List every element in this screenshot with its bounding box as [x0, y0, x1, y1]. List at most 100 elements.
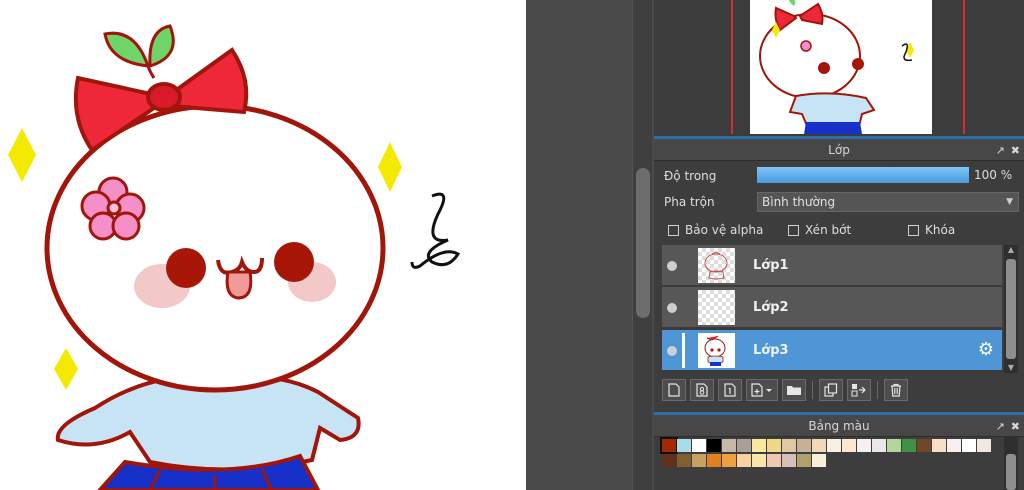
color-swatch[interactable] — [797, 439, 811, 452]
merge-icon — [851, 384, 866, 397]
new-8bit-layer-button[interactable] — [690, 379, 714, 401]
color-swatch[interactable] — [887, 439, 901, 452]
visibility-eye-icon[interactable] — [667, 303, 677, 313]
layer-thumbnail — [698, 248, 735, 283]
color-swatch[interactable] — [722, 439, 736, 452]
palette-scroll-thumb[interactable] — [1006, 454, 1016, 490]
opacity-value: 100 % — [974, 168, 1013, 182]
folder-icon — [787, 386, 801, 395]
chevron-down-icon: ▼ — [1006, 197, 1013, 207]
document-8-icon — [696, 383, 708, 397]
bow-knot — [146, 82, 182, 112]
color-swatch[interactable] — [677, 454, 691, 467]
eye-left — [166, 248, 206, 288]
merge-layer-button[interactable] — [847, 379, 871, 401]
color-swatch[interactable] — [812, 454, 826, 467]
color-swatch[interactable] — [737, 454, 751, 467]
color-swatch[interactable] — [767, 454, 781, 467]
new-1bit-layer-button[interactable] — [718, 379, 742, 401]
color-swatch[interactable] — [660, 437, 678, 454]
color-swatch[interactable] — [752, 454, 766, 467]
canvas-vertical-scrollbar[interactable] — [632, 0, 652, 490]
gear-icon[interactable]: ⚙ — [978, 341, 994, 359]
leaf-right — [148, 24, 175, 69]
layer-name: Lớp3 — [753, 343, 789, 358]
popout-icon[interactable]: ↗ — [996, 145, 1005, 156]
color-swatch[interactable] — [692, 439, 706, 452]
close-icon[interactable]: ✖ — [1011, 145, 1020, 156]
layer-row-1[interactable]: Lớp1 — [662, 245, 1002, 286]
artwork — [8, 24, 461, 490]
color-swatch[interactable] — [737, 439, 751, 452]
drawing-canvas[interactable] — [0, 0, 526, 490]
color-swatch[interactable] — [932, 439, 946, 452]
layer-thumbnail — [698, 290, 735, 325]
add-layer-dropdown-button[interactable] — [746, 379, 778, 401]
layer-name: Lớp2 — [753, 300, 789, 315]
color-swatch[interactable] — [857, 439, 871, 452]
protect-alpha-checkbox[interactable]: Bảo vệ alpha — [668, 223, 763, 237]
duplicate-layer-button[interactable] — [819, 379, 843, 401]
delete-layer-button[interactable] — [884, 379, 908, 401]
canvas-scroll-thumb[interactable] — [636, 168, 650, 318]
blend-mode-label: Pha trộn — [664, 195, 715, 209]
color-swatch[interactable] — [947, 439, 961, 452]
palette-scrollbar[interactable] — [1004, 436, 1018, 490]
navigator-thumbnail — [750, 0, 932, 134]
document-1-icon — [724, 383, 736, 397]
layer-list-scroll-thumb[interactable] — [1006, 259, 1016, 359]
color-swatch[interactable] — [707, 454, 721, 467]
color-swatch[interactable] — [812, 439, 826, 452]
clipping-checkbox[interactable]: Xén bớt — [788, 223, 851, 237]
blend-mode-select[interactable]: Bình thường ▼ — [757, 192, 1019, 212]
clipping-label: Xén bớt — [805, 223, 852, 237]
checkbox-box[interactable] — [908, 224, 919, 236]
color-swatch[interactable] — [782, 454, 796, 467]
layer-row-2[interactable]: Lớp2 — [662, 287, 1002, 328]
new-folder-button[interactable] — [782, 379, 806, 401]
color-swatch[interactable] — [692, 454, 706, 467]
color-swatch[interactable] — [677, 439, 691, 452]
leaf-left — [103, 31, 151, 68]
new-layer-button[interactable] — [662, 379, 686, 401]
scroll-down-icon[interactable]: ▼ — [1006, 363, 1016, 373]
color-swatch[interactable] — [752, 439, 766, 452]
scroll-up-icon[interactable]: ▲ — [1006, 245, 1016, 255]
layer-row-3[interactable]: Lớp3 ⚙ — [662, 330, 1002, 371]
opacity-slider[interactable] — [757, 167, 969, 183]
tongue-shape — [225, 270, 253, 300]
lock-checkbox[interactable]: Khóa — [908, 223, 955, 237]
visibility-eye-icon[interactable] — [667, 261, 677, 271]
color-swatch[interactable] — [722, 454, 736, 467]
side-panel: Lớp ↗ ✖ Độ trong 100 % Pha trộn Bình thư… — [654, 0, 1024, 490]
color-swatch[interactable] — [872, 439, 886, 452]
color-swatch[interactable] — [917, 439, 931, 452]
color-swatch[interactable] — [977, 439, 991, 452]
toolbar-divider — [812, 381, 813, 399]
color-swatch[interactable] — [707, 439, 721, 452]
popout-icon[interactable]: ↗ — [996, 421, 1005, 432]
visibility-eye-icon[interactable] — [667, 346, 677, 356]
color-swatch[interactable] — [962, 439, 976, 452]
navigator-panel[interactable] — [654, 0, 1024, 136]
blend-mode-value: Bình thường — [762, 195, 836, 209]
checkbox-box[interactable] — [788, 224, 799, 236]
color-swatch[interactable] — [797, 454, 811, 467]
checkbox-box[interactable] — [668, 224, 679, 236]
color-swatch[interactable] — [827, 439, 841, 452]
trash-icon — [891, 383, 901, 397]
opacity-label: Độ trong — [664, 169, 717, 183]
sparkle-1 — [8, 128, 36, 182]
navigator-viewport-frame[interactable] — [731, 0, 965, 134]
layer-thumbnail-art — [704, 335, 726, 366]
new-document-icon — [668, 383, 680, 397]
close-icon[interactable]: ✖ — [1011, 421, 1020, 432]
color-swatch[interactable] — [767, 439, 781, 452]
add-document-icon — [751, 383, 772, 397]
layer-name: Lớp1 — [753, 258, 789, 273]
layer-list-scrollbar[interactable]: ▲ ▼ — [1004, 245, 1018, 373]
color-swatch[interactable] — [902, 439, 916, 452]
color-swatch[interactable] — [842, 439, 856, 452]
color-swatch[interactable] — [782, 439, 796, 452]
color-swatch[interactable] — [662, 454, 676, 467]
